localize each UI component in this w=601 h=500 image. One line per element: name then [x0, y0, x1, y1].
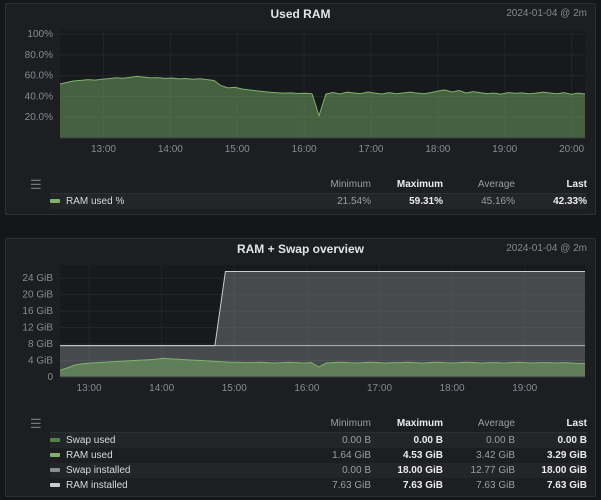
x-axis-tick-label: 13:00 [91, 144, 116, 155]
stat-value: 21.54% [299, 194, 371, 210]
chart-svg: 13:00 14:00 15:00 16:00 17:00 18:00 19:00 20:00… [8, 24, 593, 158]
y-axis-tick-label: 60.0% [25, 71, 53, 82]
x-axis-tick-label: 16:00 [292, 144, 317, 155]
y-axis-tick-label: 4 GiB [28, 356, 53, 367]
y-axis-tick-label: 8 GiB [28, 339, 53, 350]
stat-value: 0.00 B [299, 463, 371, 478]
panel-timestamp: 2024-01-04 @ 2m [506, 243, 587, 254]
series-label[interactable]: RAM used % [50, 194, 299, 210]
legend-header-last[interactable]: Last [515, 177, 587, 194]
legend-header-minimum[interactable]: Minimum [299, 416, 371, 433]
stat-value: 7.63 GiB [443, 478, 515, 493]
stat-value: 18.00 GiB [515, 463, 587, 478]
series-label-text: Swap used [66, 435, 115, 446]
x-axis-tick-label: 17:00 [367, 383, 392, 394]
legend-header-average[interactable]: Average [443, 416, 515, 433]
series-color-swatch[interactable] [50, 468, 60, 472]
legend-row: RAM used % 21.54%59.31%45.16%42.33% [50, 194, 587, 210]
x-axis-tick-label: 19:00 [492, 144, 517, 155]
x-axis-tick-label: 19:00 [512, 383, 537, 394]
panel-timestamp: 2024-01-04 @ 2m [506, 8, 587, 19]
stat-value: 0.00 B [299, 433, 371, 449]
stat-value: 1.64 GiB [299, 448, 371, 463]
series-label[interactable]: RAM used [50, 448, 299, 463]
x-axis-tick-label: 16:00 [294, 383, 319, 394]
panel-title[interactable]: Used RAM [270, 7, 330, 21]
y-axis-tick-label: 20 GiB [22, 290, 53, 301]
legend-header-average[interactable]: Average [443, 177, 515, 194]
stat-value: 4.53 GiB [371, 448, 443, 463]
used-ram-chart[interactable]: 13:00 14:00 15:00 16:00 17:00 18:00 19:00 20:00… [8, 24, 595, 163]
x-axis-tick-label: 20:00 [559, 144, 584, 155]
legend-header-minimum[interactable]: Minimum [299, 177, 371, 194]
x-axis-tick-label: 14:00 [158, 144, 183, 155]
legend-header-last[interactable]: Last [515, 416, 587, 433]
y-axis-tick-label: 40.0% [25, 91, 53, 102]
stat-value: 45.16% [443, 194, 515, 210]
y-axis-tick-label: 100% [27, 29, 53, 40]
ram-swap-chart[interactable]: 13:00 14:00 15:00 16:00 17:00 18:00 19:00 0 4 Gi… [8, 259, 595, 402]
stat-value: 3.29 GiB [515, 448, 587, 463]
panel-header: RAM + Swap overview 2024-01-04 @ 2m [6, 239, 595, 259]
panel-used-ram: Used RAM 2024-01-04 @ 2m 13:00 14:00 15:00… [5, 3, 596, 215]
series-label-text: RAM installed [66, 480, 128, 491]
y-axis-tick-label: 0 [47, 372, 53, 383]
series-color-swatch[interactable] [50, 483, 60, 487]
stat-value: 42.33% [515, 194, 587, 210]
stat-value: 0.00 B [515, 433, 587, 449]
x-axis-tick-label: 15:00 [225, 144, 250, 155]
panel-title[interactable]: RAM + Swap overview [237, 242, 364, 256]
x-axis-tick-label: 18:00 [440, 383, 465, 394]
stat-value: 12.77 GiB [443, 463, 515, 478]
legend-row: Swap installed0.00 B18.00 GiB12.77 GiB18… [50, 463, 587, 478]
legend-table: MinimumMaximumAverageLast RAM used % 21.54… [50, 177, 587, 209]
y-axis-tick-label: 12 GiB [22, 323, 53, 334]
stat-value: 0.00 B [443, 433, 515, 449]
series-color-swatch[interactable] [50, 438, 60, 442]
stat-value: 59.31% [371, 194, 443, 210]
ram-swap-legend: ☰ MinimumMaximumAverageLast Swap used 0.00 … [6, 416, 595, 493]
legend-row: RAM installed7.63 GiB7.63 GiB7.63 GiB7.6… [50, 478, 587, 493]
legend-row: RAM used 1.64 GiB4.53 GiB3.42 GiB3.29 GiB [50, 448, 587, 463]
used-ram-legend: ☰ MinimumMaximumAverageLast RAM used % 21.5… [6, 177, 595, 209]
series-label-text: RAM used % [66, 196, 124, 207]
legend-table: MinimumMaximumAverageLast Swap used 0.00 B… [50, 416, 587, 493]
series-label[interactable]: Swap used [50, 433, 299, 449]
x-axis-tick-label: 14:00 [149, 383, 174, 394]
legend-menu-icon[interactable]: ☰ [30, 178, 42, 191]
legend-header-spacer [50, 416, 299, 433]
stat-value: 0.00 B [371, 433, 443, 449]
series-color-swatch[interactable] [50, 199, 60, 203]
x-axis-tick-label: 17:00 [358, 144, 383, 155]
chart-svg: 13:00 14:00 15:00 16:00 17:00 18:00 19:00 0 4 Gi… [8, 259, 593, 397]
x-axis-tick-label: 15:00 [222, 383, 247, 394]
y-axis-tick-label: 24 GiB [22, 273, 53, 284]
series-color-swatch[interactable] [50, 453, 60, 457]
y-axis-tick-label: 80.0% [25, 50, 53, 61]
series-label-text: Swap installed [66, 465, 130, 476]
x-axis-tick-label: 13:00 [77, 383, 102, 394]
legend-header-maximum[interactable]: Maximum [371, 177, 443, 194]
y-axis-tick-label: 16 GiB [22, 306, 53, 317]
x-axis-tick-label: 18:00 [425, 144, 450, 155]
legend-menu-icon[interactable]: ☰ [30, 417, 42, 430]
stat-value: 18.00 GiB [371, 463, 443, 478]
stat-value: 7.63 GiB [299, 478, 371, 493]
series-label-text: RAM used [66, 450, 113, 461]
stat-value: 3.42 GiB [443, 448, 515, 463]
panel-header: Used RAM 2024-01-04 @ 2m [6, 4, 595, 24]
series-label[interactable]: Swap installed [50, 463, 299, 478]
legend-row: Swap used0.00 B0.00 B0.00 B0.00 B [50, 433, 587, 449]
y-axis-tick-label: 20.0% [25, 112, 53, 123]
stat-value: 7.63 GiB [371, 478, 443, 493]
series-label[interactable]: RAM installed [50, 478, 299, 493]
legend-header-spacer [50, 177, 299, 194]
stat-value: 7.63 GiB [515, 478, 587, 493]
dashboard: Used RAM 2024-01-04 @ 2m 13:00 14:00 15:00… [0, 0, 601, 500]
legend-header-maximum[interactable]: Maximum [371, 416, 443, 433]
panel-ram-swap-overview: RAM + Swap overview 2024-01-04 @ 2m 13:0… [5, 238, 596, 497]
